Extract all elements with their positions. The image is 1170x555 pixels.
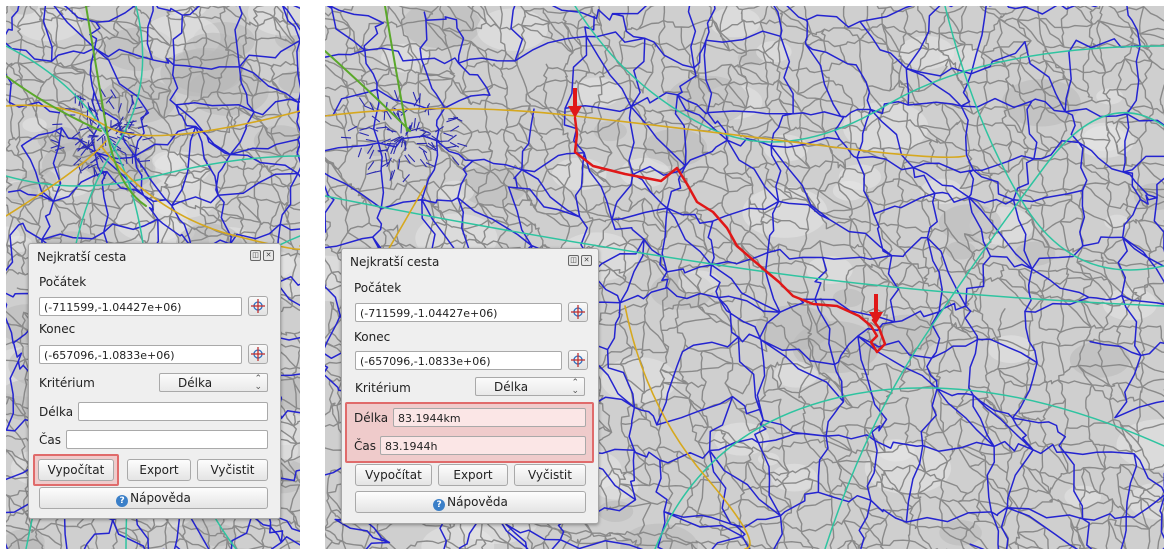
pick-start-button[interactable] [248,296,268,316]
help-button[interactable]: ? Nápověda [355,491,586,513]
help-label: Nápověda [130,491,191,505]
pick-end-button[interactable] [248,344,268,364]
crosshair-icon [571,353,585,367]
length-result-field[interactable] [78,402,268,421]
length-label: Délka [354,411,389,425]
shortest-path-panel-left: Nejkratší cesta ◫ ✕ Počátek (-711599,-1.… [28,243,281,519]
panel-titlebar[interactable]: Nejkratší cesta ◫ ✕ [342,249,598,271]
time-label: Čas [39,433,61,447]
panel-titlebar[interactable]: Nejkratší cesta ◫ ✕ [29,244,280,266]
close-icon[interactable]: ✕ [581,255,592,266]
help-button[interactable]: ? Nápověda [39,487,268,509]
time-result-field[interactable] [66,430,268,449]
time-result-field[interactable]: 83.1944h [380,436,586,455]
export-button[interactable]: Export [438,464,508,486]
panel-title: Nejkratší cesta [350,255,440,269]
end-label: Konec [39,322,76,336]
float-icon[interactable]: ◫ [250,250,261,261]
shortest-path-panel-right: Nejkratší cesta ◫ ✕ Počátek (-711599,-1.… [341,248,599,524]
calculate-button[interactable]: Vypočítat [355,464,432,486]
crosshair-icon [571,305,585,319]
crosshair-icon [251,347,265,361]
length-result-field[interactable]: 83.1944km [393,408,586,427]
spin-arrows-icon: ⌃ ⌄ [571,378,579,396]
pick-end-button[interactable] [568,350,588,370]
export-button[interactable]: Export [127,459,191,481]
close-icon[interactable]: ✕ [263,250,274,261]
end-label: Konec [354,330,391,344]
clear-button[interactable]: Vyčistit [514,464,586,486]
start-point-field[interactable]: (-711599,-1.04427e+06) [39,297,242,316]
question-circle-icon: ? [433,499,446,511]
criterion-value: Délka [494,380,529,394]
calculate-button[interactable]: Vypočítat [38,459,114,481]
criterion-label: Kritérium [355,381,411,395]
spin-arrows-icon: ⌃ ⌄ [254,374,262,392]
float-icon[interactable]: ◫ [568,255,579,266]
criterion-label: Kritérium [39,376,95,390]
criterion-select[interactable]: Délka ⌃ ⌄ [159,373,268,392]
clear-button[interactable]: Vyčistit [197,459,268,481]
end-point-field[interactable]: (-657096,-1.0833e+06) [355,351,562,370]
end-point-field[interactable]: (-657096,-1.0833e+06) [39,345,242,364]
start-label: Počátek [39,275,87,289]
question-circle-icon: ? [116,495,129,507]
help-label: Nápověda [447,495,508,509]
pick-start-button[interactable] [568,302,588,322]
crosshair-icon [251,299,265,313]
panel-title: Nejkratší cesta [37,250,127,264]
criterion-value: Délka [178,376,213,390]
start-label: Počátek [354,281,402,295]
length-label: Délka [39,405,74,419]
time-label: Čas [354,439,376,453]
marker-arrow [869,294,883,324]
criterion-select[interactable]: Délka ⌃ ⌄ [475,377,585,396]
start-point-field[interactable]: (-711599,-1.04427e+06) [355,303,562,322]
